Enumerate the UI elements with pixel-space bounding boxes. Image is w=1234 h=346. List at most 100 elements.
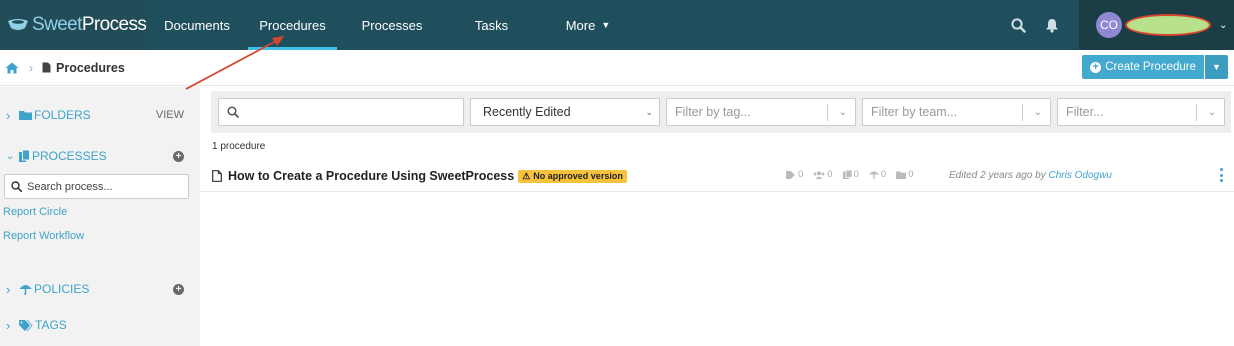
create-procedure-dropdown[interactable]: ▼ — [1205, 55, 1228, 79]
result-count: 1 procedure — [212, 141, 266, 152]
chevron-down-icon: ⌄ — [838, 106, 847, 118]
chevron-down-icon: ▼ — [601, 20, 611, 30]
sidebar-section-label: TAGS — [35, 318, 67, 332]
sidebar-section-label: PROCESSES — [32, 149, 107, 163]
caret-down-icon: ▼ — [1212, 62, 1221, 72]
divider — [1022, 104, 1023, 121]
page-title: Procedures — [56, 60, 125, 75]
notifications-button[interactable] — [1035, 0, 1069, 50]
nav-documents[interactable]: Documents — [149, 0, 245, 50]
nav-more[interactable]: More ▼ — [542, 0, 634, 50]
umbrella-icon — [19, 285, 32, 295]
divider — [827, 104, 828, 121]
search-button[interactable] — [1001, 0, 1035, 50]
row-divider — [200, 191, 1234, 192]
plus-circle-icon: + — [1090, 61, 1102, 73]
nav-label: Tasks — [474, 17, 509, 33]
chevron-down-icon: ⌄ — [1033, 106, 1042, 118]
chevron-right-icon: › — [6, 317, 11, 333]
chevron-down-icon: ⌄ — [1219, 19, 1228, 31]
procedure-stats: 0 0 0 0 0 — [786, 169, 923, 180]
user-menu[interactable]: CO ⌄ — [1079, 0, 1234, 50]
list-item[interactable]: How to Create a Procedure Using SweetPro… — [212, 165, 1230, 187]
tag-filter-placeholder: Filter by tag... — [675, 105, 751, 119]
procedure-title-link[interactable]: How to Create a Procedure Using SweetPro… — [228, 169, 514, 183]
search-icon — [1010, 17, 1026, 33]
sort-select-value: Recently Edited — [483, 105, 571, 119]
policy-count: 0 — [868, 169, 887, 180]
search-icon — [11, 181, 22, 192]
document-count-value: 0 — [853, 169, 859, 180]
logo-text-bold: Process — [81, 14, 147, 35]
document-outline-icon — [212, 170, 222, 182]
folders-view-link[interactable]: VIEW — [156, 109, 184, 121]
plus-circle-icon: + — [173, 150, 184, 162]
nav-label: Procedures — [259, 17, 326, 33]
nav-processes[interactable]: Processes — [340, 0, 444, 50]
cup-icon — [8, 19, 28, 30]
procedure-search-field[interactable] — [218, 98, 464, 126]
bell-icon — [1046, 18, 1058, 33]
create-procedure-button[interactable]: + Create Procedure — [1082, 55, 1204, 79]
redacted-user-name — [1125, 14, 1211, 36]
folder-count: 0 — [896, 169, 913, 180]
process-search-field[interactable] — [4, 174, 189, 199]
add-process-button[interactable]: + — [173, 150, 184, 162]
avatar: CO — [1096, 12, 1122, 38]
other-filter[interactable]: Filter... ⌄ — [1057, 98, 1225, 126]
chevron-down-icon: ⌄ — [6, 150, 15, 162]
nav-label: Processes — [361, 17, 423, 33]
sidebar-section-processes[interactable]: ⌄ PROCESSES + — [0, 146, 200, 166]
copy-icon — [19, 150, 30, 162]
folder-icon — [19, 111, 32, 120]
add-policy-button[interactable]: + — [173, 283, 184, 295]
sidebar-section-policies[interactable]: › POLICIES + — [0, 279, 200, 299]
copy-icon — [842, 170, 852, 179]
tag-filter[interactable]: Filter by tag... ⌄ — [666, 98, 856, 126]
sidebar-item-report-circle[interactable]: Report Circle — [3, 206, 67, 218]
top-navigation-bar: SweetProcess Documents Procedures Proces… — [0, 0, 1234, 50]
chevron-right-icon: › — [6, 281, 11, 297]
create-procedure-label: Create Procedure — [1105, 61, 1196, 73]
procedure-search-input[interactable] — [243, 102, 463, 122]
chevron-right-icon: › — [29, 60, 33, 75]
edited-prefix: Edited 2 years ago by — [949, 170, 1049, 181]
users-icon — [813, 170, 825, 179]
sidebar-section-label: POLICIES — [34, 282, 90, 296]
search-process-input[interactable] — [27, 180, 177, 193]
nav-label: More — [565, 17, 596, 33]
plus-circle-icon: + — [173, 283, 184, 295]
kebab-icon — [1220, 168, 1223, 171]
sidebar-section-folders[interactable]: › FOLDERS VIEW — [0, 105, 200, 125]
warning-icon: ⚠ — [522, 170, 531, 181]
nav-tasks[interactable]: Tasks — [447, 0, 536, 50]
edited-info: Edited 2 years ago by Chris Odogwu — [949, 170, 1112, 181]
tags-icon — [19, 319, 33, 331]
document-count: 0 — [842, 169, 859, 180]
logo-text-light: Sweet — [32, 14, 82, 35]
more-options-button[interactable] — [1220, 168, 1224, 182]
chevron-down-icon: ⌄ — [1207, 106, 1216, 118]
status-badge: ⚠ No approved version — [518, 169, 627, 183]
divider — [1196, 104, 1197, 121]
nav-label: Documents — [164, 17, 230, 33]
tag-count: 0 — [786, 169, 803, 180]
logo[interactable]: SweetProcess — [0, 0, 149, 50]
team-filter-placeholder: Filter by team... — [871, 105, 958, 119]
team-count: 0 — [813, 169, 833, 180]
status-badge-label: No approved version — [533, 171, 623, 181]
team-filter[interactable]: Filter by team... ⌄ — [862, 98, 1051, 126]
policy-count-value: 0 — [880, 169, 887, 180]
home-icon[interactable] — [5, 62, 19, 74]
sidebar-item-report-workflow[interactable]: Report Workflow — [3, 230, 84, 242]
sort-select[interactable]: Recently Edited ⌄ — [470, 98, 660, 126]
author-link[interactable]: Chris Odogwu — [1049, 170, 1112, 181]
folder-icon — [896, 171, 907, 179]
umbrella-icon — [868, 171, 879, 179]
breadcrumb: › Procedures + Create Procedure ▼ — [0, 50, 1234, 86]
sidebar: › FOLDERS VIEW ⌄ PROCESSES + Report Circ… — [0, 87, 200, 346]
team-count-value: 0 — [827, 169, 833, 180]
search-icon — [227, 106, 239, 118]
nav-procedures[interactable]: Procedures — [248, 0, 337, 50]
sidebar-section-tags[interactable]: › TAGS — [0, 315, 200, 335]
